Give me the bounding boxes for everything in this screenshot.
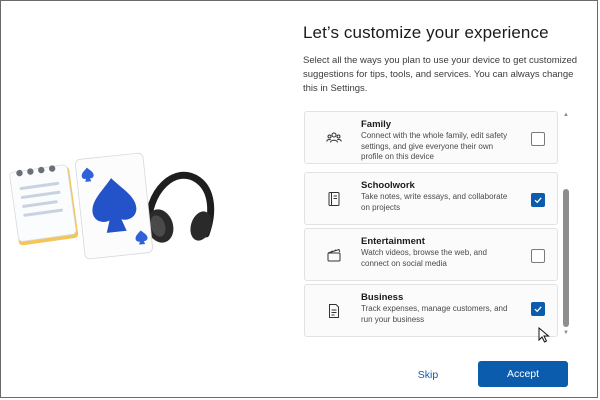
options-scrollbar[interactable]: ▲ ▼: [561, 111, 571, 337]
schoolwork-checkbox[interactable]: [531, 193, 545, 207]
scroll-down-arrow-icon[interactable]: ▼: [561, 329, 571, 337]
page-description: Select all the ways you plan to use your…: [303, 55, 578, 94]
business-checkbox[interactable]: [531, 302, 545, 316]
option-card-entertainment[interactable]: Entertainment Watch videos, browse the w…: [304, 228, 558, 281]
option-card-schoolwork[interactable]: Schoolwork Take notes, write essays, and…: [304, 172, 558, 225]
checkmark-icon: [534, 306, 542, 313]
document-icon: [329, 304, 339, 318]
option-description: Track expenses, manage customers, and ru…: [361, 304, 508, 324]
option-description: Take notes, write essays, and collaborat…: [361, 192, 508, 212]
family-icon: [326, 132, 342, 143]
family-checkbox[interactable]: [531, 132, 545, 146]
mouse-cursor-icon: [538, 327, 550, 343]
entertainment-checkbox[interactable]: [531, 249, 545, 263]
headphones-illustration: [144, 171, 215, 243]
page-title: Let’s customize your experience: [303, 23, 549, 42]
scroll-up-arrow-icon[interactable]: ▲: [561, 111, 571, 119]
skip-button[interactable]: Skip: [397, 363, 459, 387]
option-description: Connect with the whole family, edit safe…: [361, 131, 508, 161]
option-description: Watch videos, browse the web, and connec…: [361, 248, 487, 268]
accept-button[interactable]: Accept: [478, 361, 568, 387]
option-card-business[interactable]: Business Track expenses, manage customer…: [304, 284, 558, 337]
option-name: Business: [361, 292, 404, 303]
notepad-illustration: [9, 164, 79, 246]
notebook-icon: [328, 192, 340, 206]
option-name: Family: [361, 119, 392, 130]
playing-card-illustration: [75, 152, 153, 260]
illustration: [9, 152, 215, 260]
option-card-family[interactable]: Family Connect with the whole family, ed…: [304, 111, 558, 164]
clapperboard-icon: [327, 248, 341, 262]
checkmark-icon: [534, 197, 542, 204]
scroll-thumb[interactable]: [563, 189, 569, 327]
option-name: Entertainment: [361, 236, 425, 247]
options-list: Family Connect with the whole family, ed…: [304, 111, 558, 337]
option-name: Schoolwork: [361, 180, 415, 191]
